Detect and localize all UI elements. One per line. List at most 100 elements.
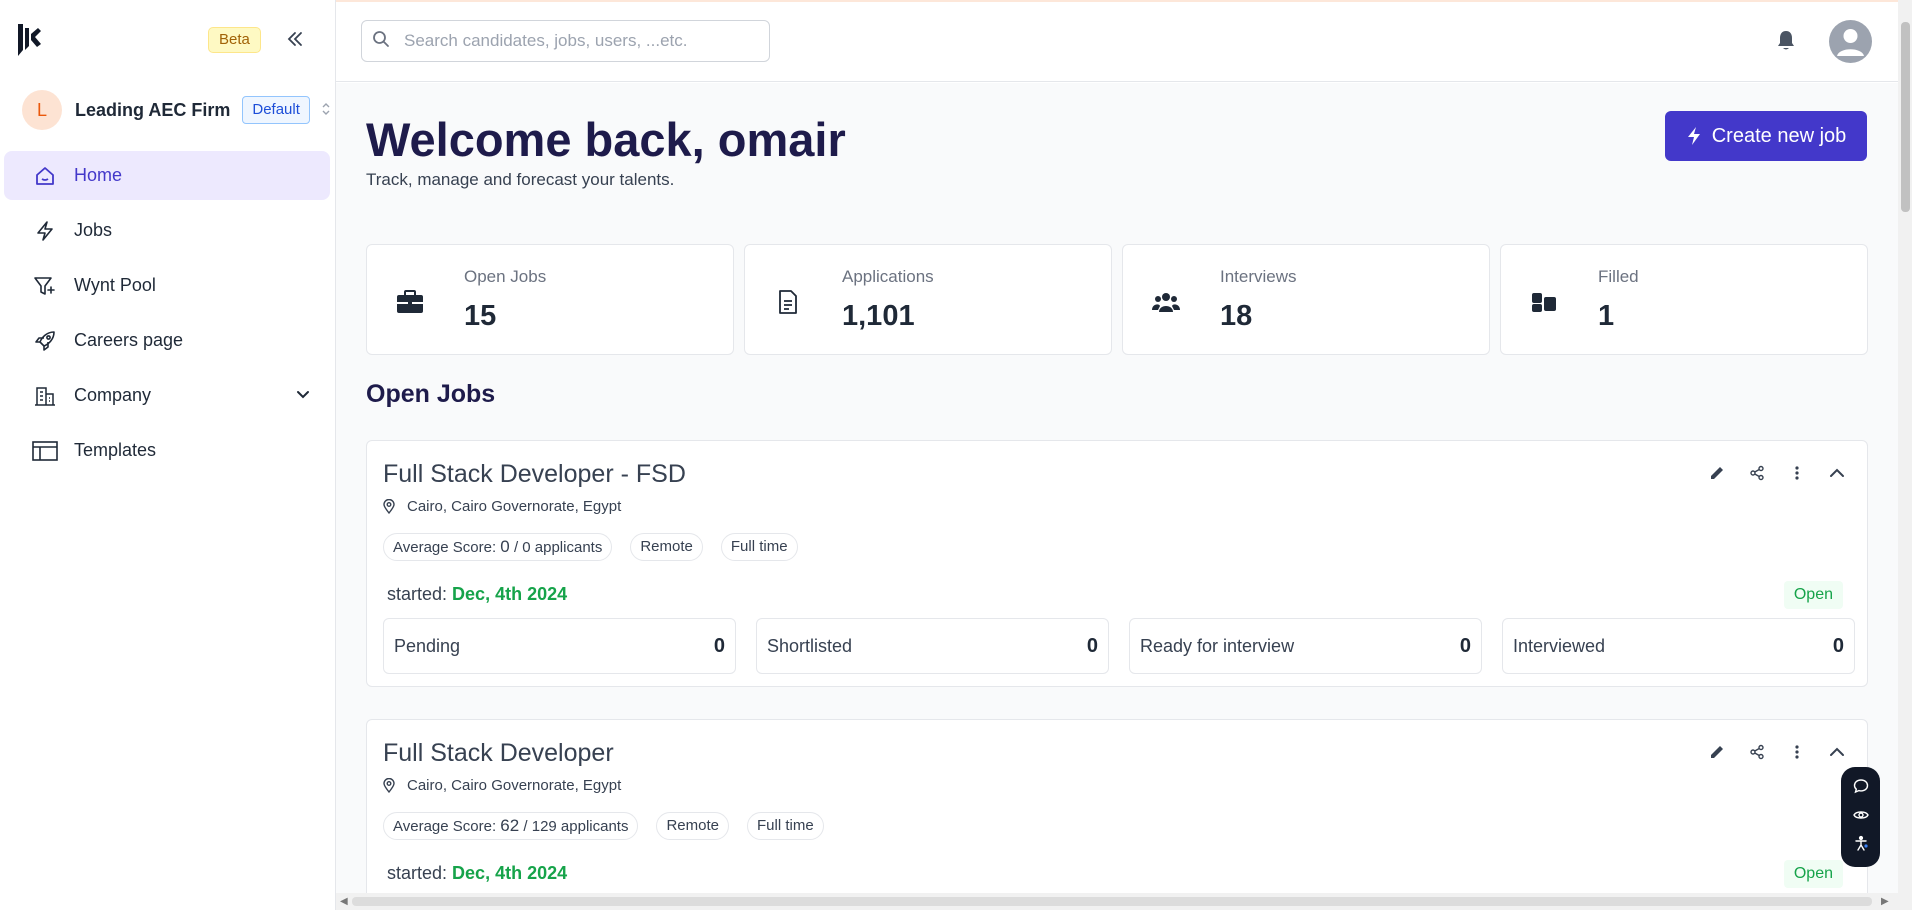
sidebar: Beta L Leading AEC Firm Default Home Job… (0, 0, 336, 910)
org-avatar: L (22, 90, 62, 130)
stat-card-applications[interactable]: Applications 1,101 (744, 244, 1112, 355)
bell-icon[interactable] (1776, 30, 1796, 57)
stat-label: Open Jobs (464, 267, 547, 286)
bolt-icon (1687, 127, 1700, 145)
chevron-down-icon[interactable] (296, 386, 310, 407)
filter-icon (32, 273, 58, 299)
selector-caret-icon[interactable] (322, 102, 330, 118)
layout-icon (32, 438, 58, 464)
applicants-count: / 0 applicants (513, 539, 603, 556)
stat-label: Interviews (1220, 267, 1297, 286)
blocks-icon (1529, 287, 1559, 317)
stats-row: Open Jobs 15 Applications 1,101 Intervie… (366, 244, 1868, 355)
started-label: started: (387, 584, 448, 604)
search-icon (372, 30, 390, 53)
vertical-scrollbar[interactable] (1898, 0, 1912, 910)
pipeline-stage-shortlisted[interactable]: Shortlisted 0 (756, 618, 1109, 674)
stat-value: 15 (464, 300, 497, 332)
vertical-scrollbar-thumb[interactable] (1901, 22, 1910, 212)
job-card[interactable]: Full Stack Developer - FSD Cairo, Cairo … (366, 440, 1868, 687)
location-pin-icon (383, 499, 395, 514)
home-icon (32, 163, 58, 189)
sidebar-item-label: Company (74, 385, 152, 405)
scroll-left-arrow-icon[interactable]: ◀ (340, 896, 348, 907)
sidebar-item-company[interactable]: Company (4, 371, 330, 420)
stat-card-open-jobs[interactable]: Open Jobs 15 (366, 244, 734, 355)
pipeline-stage-label: Pending (394, 635, 461, 656)
sidebar-item-careers-page[interactable]: Careers page (4, 316, 330, 365)
average-score-label: Average Score: (393, 818, 497, 835)
org-name: Leading AEC Firm (75, 99, 231, 120)
edit-icon[interactable] (1705, 740, 1729, 764)
pipeline-stage-interviewed[interactable]: Interviewed 0 (1502, 618, 1855, 674)
job-title[interactable]: Full Stack Developer - FSD (383, 460, 686, 489)
org-default-badge: Default (242, 96, 310, 124)
job-started: started: Dec, 4th 2024 (387, 863, 567, 884)
sidebar-item-label: Wynt Pool (74, 275, 156, 295)
job-location: Cairo, Cairo Governorate, Egypt (383, 777, 621, 794)
collapse-sidebar-icon[interactable] (280, 24, 310, 54)
edit-icon[interactable] (1705, 461, 1729, 485)
more-vertical-icon[interactable] (1785, 461, 1809, 485)
status-badge: Open (1783, 581, 1843, 609)
pipeline-stage-label: Interviewed (1513, 635, 1606, 656)
job-title[interactable]: Full Stack Developer (383, 739, 614, 768)
pipeline-stage-label: Shortlisted (767, 635, 853, 656)
stat-card-interviews[interactable]: Interviews 18 (1122, 244, 1490, 355)
pipeline-stage-ready-for-interview[interactable]: Ready for interview 0 (1129, 618, 1482, 674)
global-search[interactable] (361, 20, 770, 62)
job-started: started: Dec, 4th 2024 (387, 584, 567, 605)
sidebar-item-templates[interactable]: Templates (4, 426, 330, 475)
pipeline-stage-pending[interactable]: Pending 0 (383, 618, 736, 674)
top-header (336, 2, 1898, 82)
share-icon[interactable] (1745, 740, 1769, 764)
sidebar-item-wynt-pool[interactable]: Wynt Pool (4, 261, 330, 310)
accessibility-icon[interactable] (1853, 835, 1869, 856)
stat-value: 18 (1220, 300, 1253, 332)
started-date: Dec, 4th 2024 (452, 863, 568, 883)
chevron-up-icon[interactable] (1825, 461, 1849, 485)
sidebar-item-label: Templates (74, 440, 157, 460)
job-location-text: Cairo, Cairo Governorate, Egypt (407, 777, 622, 794)
create-new-job-button[interactable]: Create new job (1665, 111, 1867, 161)
job-tags: Average Score: 62 / 129 applicants Remot… (383, 812, 824, 840)
scroll-right-arrow-icon[interactable]: ▶ (1881, 896, 1889, 907)
stat-card-filled[interactable]: Filled 1 (1500, 244, 1868, 355)
horizontal-scrollbar[interactable]: ◀ ▶ (336, 893, 1898, 910)
eye-icon[interactable] (1852, 808, 1869, 826)
user-avatar[interactable] (1829, 20, 1872, 63)
more-vertical-icon[interactable] (1785, 740, 1809, 764)
beta-badge: Beta (208, 27, 261, 53)
chevron-up-icon[interactable] (1825, 740, 1849, 764)
sidebar-item-home[interactable]: Home (4, 151, 330, 200)
pipeline-stage-label: Ready for interview (1140, 635, 1295, 656)
rocket-icon (32, 328, 58, 354)
page-title: Welcome back, omair (366, 113, 846, 166)
share-icon[interactable] (1745, 461, 1769, 485)
stat-label: Applications (842, 267, 934, 286)
create-new-job-label: Create new job (1711, 124, 1847, 147)
job-tag-full-time: Full time (720, 533, 798, 561)
started-date: Dec, 4th 2024 (452, 584, 568, 604)
job-location: Cairo, Cairo Governorate, Egypt (383, 498, 621, 515)
building-icon (32, 383, 58, 409)
sidebar-item-jobs[interactable]: Jobs (4, 206, 330, 255)
average-score-value: 62 (500, 816, 520, 835)
sidebar-item-label: Careers page (74, 330, 184, 350)
organization-switcher[interactable]: L Leading AEC Firm Default (22, 90, 330, 130)
chat-icon[interactable] (1853, 778, 1869, 799)
stat-value: 1 (1598, 300, 1615, 332)
pipeline-stage-count: 0 (1832, 634, 1844, 657)
job-tag-remote: Remote (630, 533, 703, 561)
app-logo-icon[interactable] (14, 20, 44, 60)
job-actions (1705, 740, 1849, 764)
job-card[interactable]: Full Stack Developer Cairo, Cairo Govern… (366, 719, 1868, 910)
stat-label: Filled (1598, 267, 1639, 286)
average-score-tag: Average Score: 62 / 129 applicants (383, 812, 639, 840)
search-input[interactable] (404, 31, 744, 51)
average-score-label: Average Score: (393, 539, 497, 556)
horizontal-scrollbar-thumb[interactable] (352, 897, 1872, 906)
status-badge: Open (1783, 860, 1843, 888)
started-label: started: (387, 863, 448, 883)
bolt-icon (32, 218, 58, 244)
